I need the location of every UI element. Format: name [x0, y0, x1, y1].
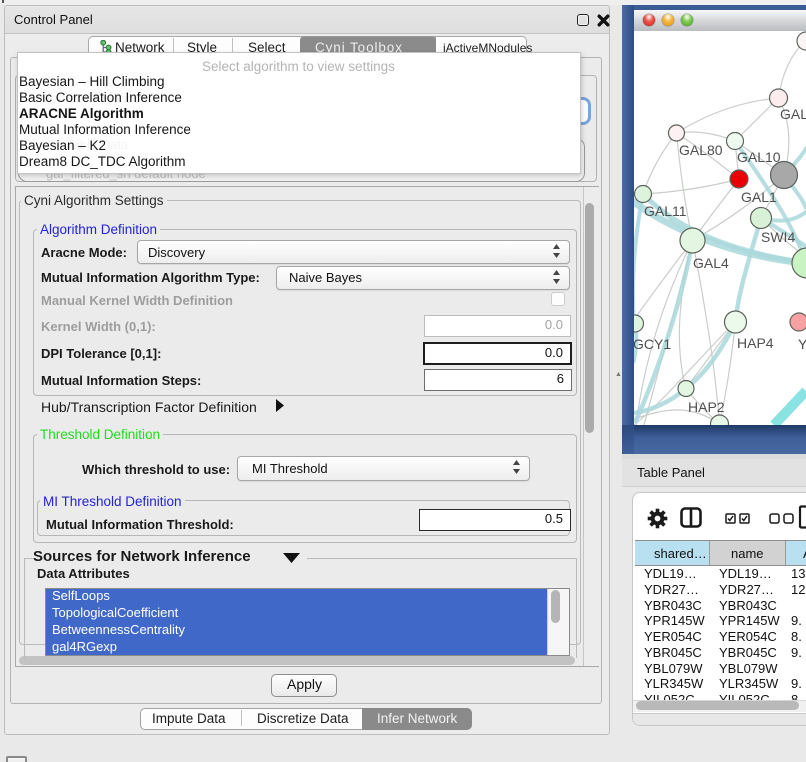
svg-text:GAL11: GAL11: [644, 203, 687, 219]
svg-text:YJL: YJL: [798, 336, 806, 352]
svg-text:GCY1: GCY1: [634, 336, 671, 352]
svg-text:GAL2: GAL2: [780, 106, 806, 122]
svg-text:HAP4: HAP4: [737, 335, 774, 351]
svg-text:GAL4: GAL4: [693, 255, 729, 271]
svg-text:SWI4: SWI4: [761, 229, 795, 245]
svg-text:GAL1: GAL1: [741, 189, 777, 205]
svg-text:HAP2: HAP2: [688, 399, 725, 415]
svg-text:GAL80: GAL80: [679, 142, 723, 158]
svg-text:GAL10: GAL10: [737, 149, 781, 165]
